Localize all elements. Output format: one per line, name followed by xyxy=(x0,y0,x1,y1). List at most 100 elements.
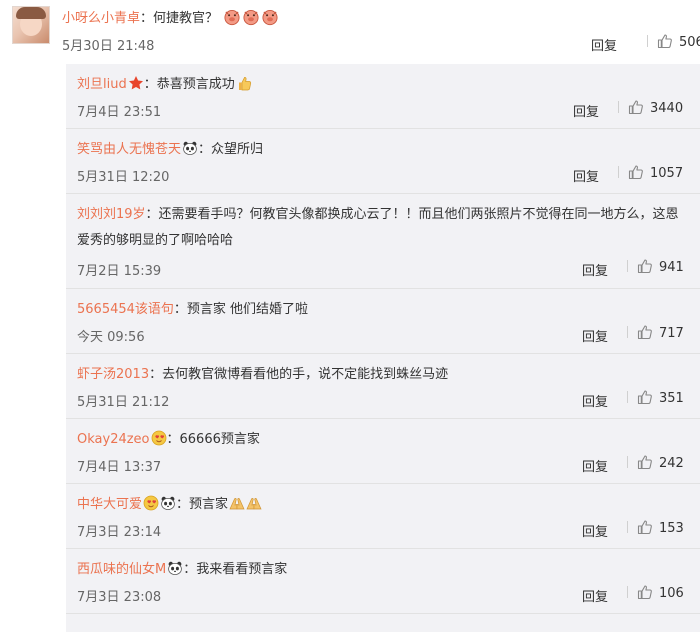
timestamp: 7月3日 23:08 xyxy=(77,590,162,605)
pig-emoji-icon xyxy=(242,8,260,26)
reply-button[interactable]: 回复 xyxy=(582,326,608,345)
divider xyxy=(647,35,648,47)
reply-button[interactable]: 回复 xyxy=(573,166,599,185)
reply-text: ：我来看看预言家 xyxy=(183,562,288,577)
thumbs-up-icon xyxy=(657,33,673,49)
divider xyxy=(618,101,619,113)
username-link[interactable]: 刘旦liud xyxy=(77,77,127,92)
reply-text: ：预言家 xyxy=(176,497,229,512)
like-count: 242 xyxy=(659,456,684,471)
divider xyxy=(627,521,628,533)
username-link[interactable]: 中华大可爱 xyxy=(77,497,142,512)
divider xyxy=(627,586,628,598)
like-button[interactable]: 106 xyxy=(627,584,684,601)
reply-button[interactable]: 回复 xyxy=(573,101,599,120)
username-link[interactable]: 小呀么小青卓 xyxy=(62,11,140,26)
reply-text: ：预言家 他们结婚了啦 xyxy=(173,302,309,317)
username-link[interactable]: 刘刘刘19岁 xyxy=(77,207,146,222)
reply-button[interactable]: 回复 xyxy=(582,521,608,540)
thumbs-up-icon xyxy=(637,519,653,535)
reply-item: 西瓜味的仙女M ：我来看看预言家 7月3日 23:08 回复 106 xyxy=(66,549,700,614)
star-badge-icon xyxy=(128,75,144,91)
reply-item: 中华大可爱 ：预言家 7月3日 23:14 回复 153 xyxy=(66,484,700,549)
username-link[interactable]: Okay24zeo xyxy=(77,432,150,447)
reply-panel: 刘旦liud ：恭喜预言成功 7月4日 23:51 回复 3440 笑骂由人无愧苍… xyxy=(66,64,700,632)
like-button[interactable]: 3440 xyxy=(618,99,683,116)
reply-item: 5665454该语句：预言家 他们结婚了啦 今天 09:56 回复 717 xyxy=(66,289,700,354)
thumbs-up-icon xyxy=(637,389,653,405)
top-comment: 小呀么小青卓：何捷教官？ 5月30日 21:48 回复 5066 xyxy=(0,0,700,62)
reply-button[interactable]: 回复 xyxy=(582,456,608,475)
reply-text: ：66666预言家 xyxy=(166,432,260,447)
reply-line: 笑骂由人无愧苍天 ：众望所归 xyxy=(77,137,687,163)
like-count: 3440 xyxy=(650,101,684,116)
reply-line: 刘刘刘19岁：还需要看手吗？何教官头像都换成心云了！！而且他们两张照片不觉得在同… xyxy=(77,202,687,254)
thumbs-up-icon xyxy=(637,258,653,274)
reply-button[interactable]: 回复 xyxy=(591,35,617,54)
thumbs-up-icon xyxy=(637,454,653,470)
pig-emoji-icon xyxy=(261,8,279,26)
username-link[interactable]: 笑骂由人无愧苍天 xyxy=(77,142,181,157)
reply-text: ：恭喜预言成功 xyxy=(143,77,235,92)
avatar[interactable] xyxy=(12,6,50,44)
reply-line: Okay24zeo ：66666预言家 xyxy=(77,427,687,453)
username-link[interactable]: 虾子汤2013 xyxy=(77,367,149,382)
timestamp: 7月4日 13:37 xyxy=(77,460,162,475)
heart-eyes-emoji-icon xyxy=(151,430,167,446)
reply-text: ：去何教官微博看看他的手，说不定能找到蛛丝马迹 xyxy=(149,367,449,382)
divider xyxy=(618,166,619,178)
reply-item: 刘刘刘19岁：还需要看手吗？何教官头像都换成心云了！！而且他们两张照片不觉得在同… xyxy=(66,194,700,289)
timestamp: 5月30日 21:48 xyxy=(62,39,155,54)
divider xyxy=(627,456,628,468)
panda-emoji-icon xyxy=(160,495,176,511)
reply-item: 笑骂由人无愧苍天 ：众望所归 5月31日 12:20 回复 1057 xyxy=(66,129,700,194)
reply-line: 刘旦liud ：恭喜预言成功 xyxy=(77,72,687,98)
comment-text: ：何捷教官？ xyxy=(140,11,219,26)
divider xyxy=(627,391,628,403)
thumbs-up-emoji-icon xyxy=(236,75,252,91)
like-count: 5066 xyxy=(679,35,700,50)
like-button[interactable]: 242 xyxy=(627,454,684,471)
panda-emoji-icon xyxy=(182,140,198,156)
reply-button[interactable]: 回复 xyxy=(582,391,608,410)
reply-text: ：还需要看手吗？何教官头像都换成心云了！！而且他们两张照片不觉得在同一地方么，这… xyxy=(77,207,679,248)
reply-line: 中华大可爱 ：预言家 xyxy=(77,492,687,518)
divider xyxy=(627,260,628,272)
timestamp: 7月3日 23:14 xyxy=(77,525,162,540)
heart-eyes-emoji-icon xyxy=(143,495,159,511)
reply-button[interactable]: 回复 xyxy=(582,586,608,605)
reply-text: ：众望所归 xyxy=(198,142,264,157)
reply-item: 刘旦liud ：恭喜预言成功 7月4日 23:51 回复 3440 xyxy=(66,64,700,129)
username-link[interactable]: 西瓜味的仙女M xyxy=(77,562,166,577)
like-count: 717 xyxy=(659,326,684,341)
thumbs-up-icon xyxy=(637,324,653,340)
thumbs-up-icon xyxy=(628,164,644,180)
pig-emoji-icon xyxy=(223,8,241,26)
like-button[interactable]: 153 xyxy=(627,519,684,536)
thumbs-up-icon xyxy=(637,584,653,600)
pray-emoji-icon xyxy=(229,495,245,511)
like-count: 106 xyxy=(659,586,684,601)
like-button[interactable]: 717 xyxy=(627,324,684,341)
reply-item: 虾子汤2013：去何教官微博看看他的手，说不定能找到蛛丝马迹 5月31日 21:… xyxy=(66,354,700,419)
divider xyxy=(627,326,628,338)
reply-line: 西瓜味的仙女M ：我来看看预言家 xyxy=(77,557,687,583)
comment-line: 小呀么小青卓：何捷教官？ xyxy=(62,7,279,26)
timestamp: 7月4日 23:51 xyxy=(77,105,162,120)
thumbs-up-icon xyxy=(628,99,644,115)
avatar-hair xyxy=(16,7,46,19)
timestamp: 5月31日 12:20 xyxy=(77,170,170,185)
like-button[interactable]: 1057 xyxy=(618,164,683,181)
panda-emoji-icon xyxy=(167,560,183,576)
reply-line: 5665454该语句：预言家 他们结婚了啦 xyxy=(77,297,687,323)
reply-button[interactable]: 回复 xyxy=(582,260,608,279)
like-button[interactable]: 5066 xyxy=(647,33,700,50)
pray-emoji-icon xyxy=(246,495,262,511)
username-link[interactable]: 5665454该语句 xyxy=(77,302,174,317)
like-button[interactable]: 941 xyxy=(627,258,684,275)
like-count: 941 xyxy=(659,260,684,275)
timestamp: 5月31日 21:12 xyxy=(77,395,170,410)
like-button[interactable]: 351 xyxy=(627,389,684,406)
like-count: 1057 xyxy=(650,166,684,181)
timestamp: 7月2日 15:39 xyxy=(77,264,162,279)
